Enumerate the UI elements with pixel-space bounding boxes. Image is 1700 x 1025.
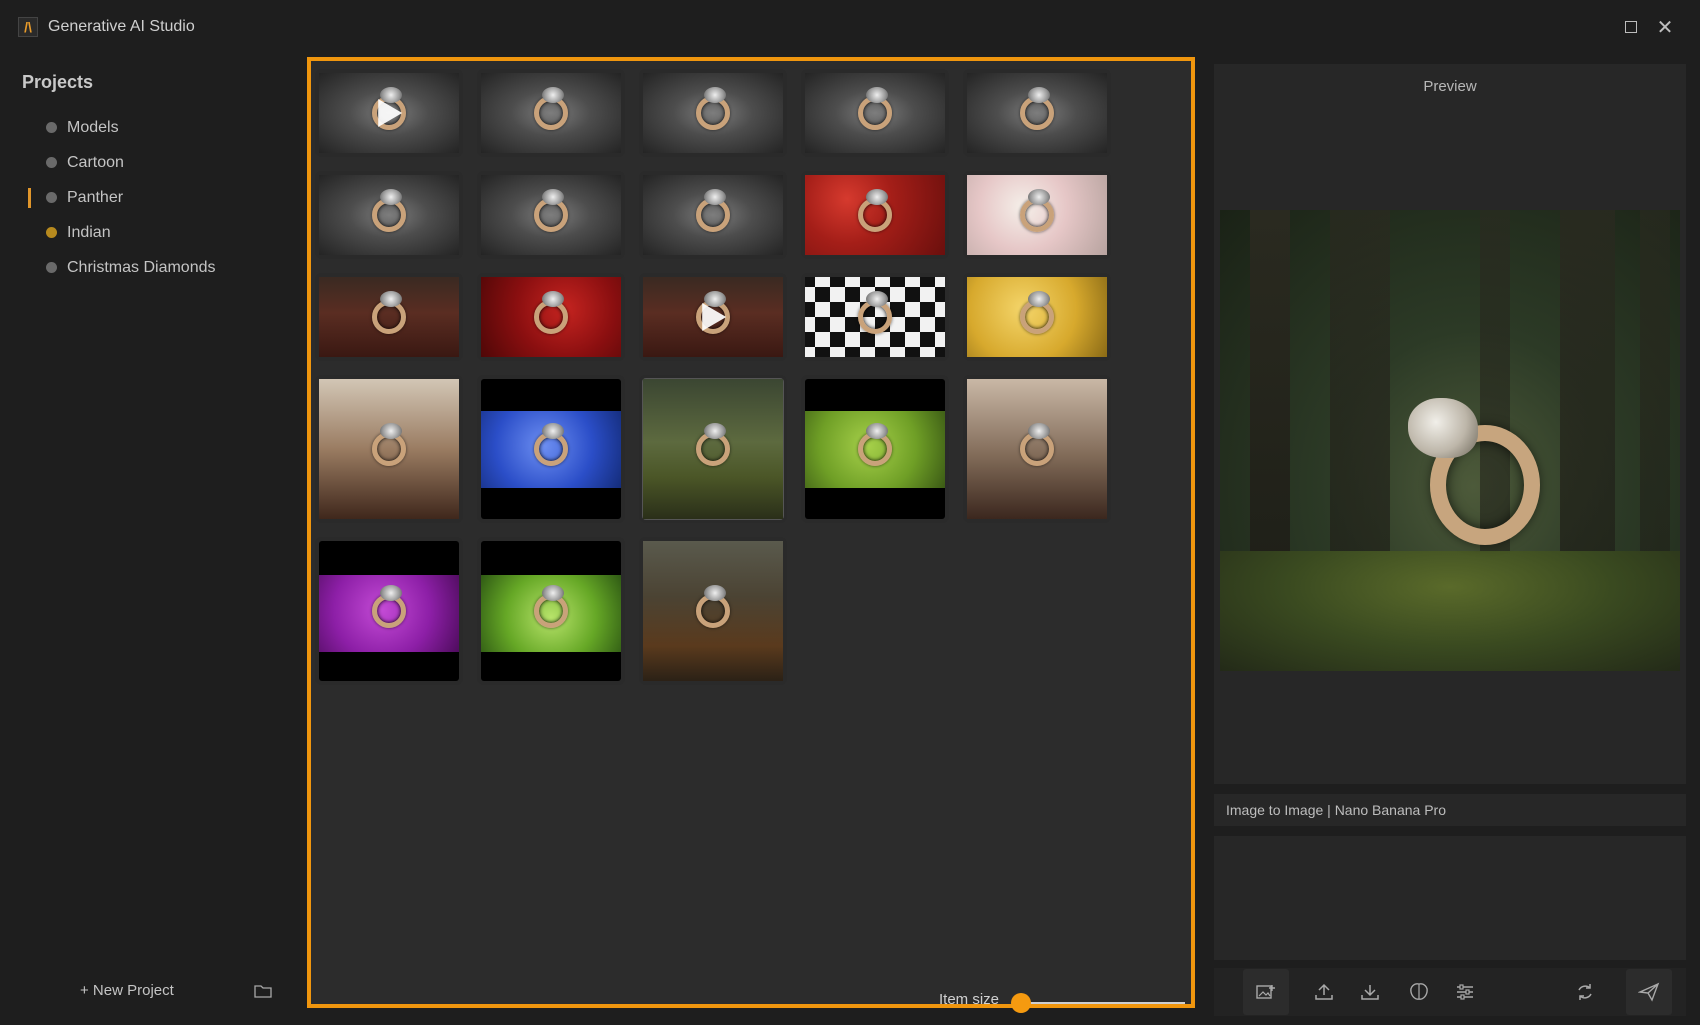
action-toolbar	[1214, 968, 1686, 1016]
upload-icon	[1315, 983, 1333, 1000]
sidebar-item-label: Panther	[67, 188, 124, 206]
project-list: Models Cartoon Panther Indian Christmas …	[28, 110, 288, 285]
gallery-thumbnail[interactable]	[643, 379, 783, 519]
ring-image	[1020, 291, 1054, 334]
gallery-thumbnail[interactable]	[967, 73, 1107, 153]
ring-image	[372, 585, 406, 628]
gallery-thumbnail[interactable]	[319, 379, 459, 519]
gallery-thumbnail[interactable]	[319, 175, 459, 255]
gallery-thumbnail[interactable]	[481, 541, 621, 681]
preview-image	[1220, 210, 1680, 671]
gallery-thumbnail[interactable]	[481, 73, 621, 153]
sliders-icon	[1457, 984, 1473, 1000]
preview-panel: Preview	[1214, 64, 1686, 784]
ring-image	[1020, 189, 1054, 232]
ring-image	[696, 87, 730, 130]
ring-image	[534, 189, 568, 232]
play-icon	[378, 99, 403, 127]
close-button[interactable]: ✕	[1652, 14, 1678, 40]
gallery-thumbnail[interactable]	[643, 175, 783, 255]
download-icon	[1361, 985, 1379, 1000]
folder-icon[interactable]	[254, 984, 272, 998]
settings-button[interactable]	[1451, 978, 1479, 1006]
maximize-button[interactable]	[1618, 14, 1644, 40]
ai-model-button[interactable]	[1405, 978, 1433, 1006]
gallery-thumbnail[interactable]	[481, 175, 621, 255]
ring-image	[534, 585, 568, 628]
item-size-label: Item size	[939, 991, 1000, 1008]
send-icon	[1638, 982, 1660, 1002]
gallery-thumbnail[interactable]	[805, 73, 945, 153]
sidebar-item-label: Christmas Diamonds	[67, 258, 216, 276]
status-dot-icon	[46, 192, 57, 203]
status-dot-icon	[46, 227, 57, 238]
ring-image	[696, 585, 730, 628]
play-icon	[702, 303, 727, 331]
title-bar: /\ Generative AI Studio ✕	[0, 0, 1700, 54]
ring-image	[1020, 423, 1054, 466]
ring-image	[372, 423, 406, 466]
app-logo-icon: /\	[18, 17, 38, 37]
new-project-button[interactable]: + New Project	[80, 982, 174, 999]
status-dot-icon	[46, 122, 57, 133]
ring-image	[534, 423, 568, 466]
sidebar-item-models[interactable]: Models	[28, 110, 288, 145]
gallery-thumbnail[interactable]	[643, 541, 783, 681]
add-image-icon	[1256, 985, 1275, 999]
ring-image	[858, 291, 892, 334]
sidebar: Projects Models Cartoon Panther Indian C…	[0, 54, 296, 1025]
gallery-thumbnail[interactable]	[643, 73, 783, 153]
prompt-textarea[interactable]	[1214, 836, 1686, 960]
app-title: Generative AI Studio	[48, 18, 195, 35]
ring-image	[696, 423, 730, 466]
download-button[interactable]	[1356, 978, 1384, 1006]
panther-head-image	[1408, 398, 1478, 458]
gallery-thumbnail[interactable]	[481, 379, 621, 519]
sidebar-item-label: Models	[67, 118, 119, 136]
ring-image	[858, 87, 892, 130]
status-dot-icon	[46, 157, 57, 168]
gallery-thumbnail[interactable]	[319, 277, 459, 357]
ring-image	[372, 291, 406, 334]
sidebar-item-cartoon[interactable]: Cartoon	[28, 145, 288, 180]
brain-icon	[1410, 983, 1428, 1000]
ring-image	[858, 189, 892, 232]
gallery-thumbnail[interactable]	[967, 277, 1107, 357]
send-button[interactable]	[1626, 969, 1672, 1015]
ring-image	[534, 87, 568, 130]
projects-heading: Projects	[22, 72, 94, 92]
ring-image	[858, 423, 892, 466]
sidebar-item-panther[interactable]: Panther	[28, 180, 288, 215]
sidebar-item-christmas-diamonds[interactable]: Christmas Diamonds	[28, 250, 288, 285]
refresh-button[interactable]	[1571, 978, 1599, 1006]
prompt-mode-label[interactable]: Image to Image | Nano Banana Pro	[1214, 794, 1686, 826]
item-size-slider-handle[interactable]	[1011, 993, 1031, 1013]
sidebar-item-label: Indian	[67, 223, 111, 241]
gallery-thumbnail[interactable]	[643, 277, 783, 357]
ring-image	[696, 189, 730, 232]
close-icon: ✕	[1656, 16, 1674, 39]
gallery-thumbnail[interactable]	[481, 277, 621, 357]
gallery-thumbnail[interactable]	[805, 175, 945, 255]
ring-image	[534, 291, 568, 334]
maximize-icon	[1625, 21, 1637, 33]
gallery-panel: Item size	[307, 57, 1195, 1013]
ring-image	[1020, 87, 1054, 130]
sidebar-item-label: Cartoon	[67, 153, 124, 171]
add-image-button[interactable]	[1243, 969, 1289, 1015]
gallery-thumbnail[interactable]	[805, 379, 945, 519]
gallery-thumbnail[interactable]	[319, 73, 459, 153]
preview-label: Preview	[1423, 78, 1477, 95]
status-dot-icon	[46, 262, 57, 273]
sidebar-item-indian[interactable]: Indian	[28, 215, 288, 250]
upload-button[interactable]	[1310, 978, 1338, 1006]
ring-image	[372, 189, 406, 232]
refresh-icon	[1578, 984, 1592, 1000]
gallery-thumbnail[interactable]	[805, 277, 945, 357]
gallery-thumbnail[interactable]	[967, 379, 1107, 519]
item-size-slider-track[interactable]	[1021, 1002, 1185, 1004]
gallery-thumbnail[interactable]	[319, 541, 459, 681]
gallery-thumbnail[interactable]	[967, 175, 1107, 255]
